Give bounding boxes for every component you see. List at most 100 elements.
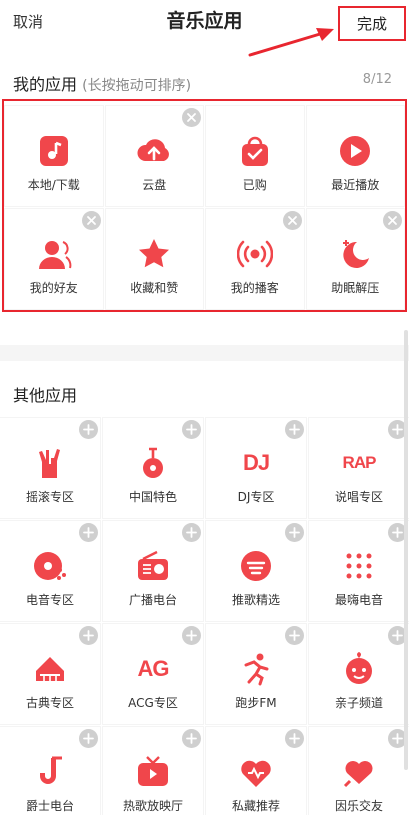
- app-tile[interactable]: 我的播客: [206, 209, 304, 309]
- app-tile[interactable]: 古典专区: [0, 624, 100, 724]
- app-tile[interactable]: 助眠解压: [306, 209, 404, 309]
- sleep-moon-icon: [343, 240, 370, 268]
- app-tile-icon-wrap: [341, 754, 377, 790]
- remove-badge[interactable]: [81, 211, 101, 230]
- app-tile[interactable]: 亲子频道: [309, 624, 409, 724]
- add-badge[interactable]: [285, 523, 304, 542]
- app-tile[interactable]: RAP 说唱专区: [309, 418, 409, 518]
- app-tile-label: 跑步FM: [235, 696, 277, 710]
- my-apps-grid: 本地/下载 云盘 已购 最近播放 我的好友 收藏和赞 我的播客 助眠解压: [0, 104, 409, 311]
- scrollbar[interactable]: [404, 330, 408, 770]
- app-tile-icon-wrap: [32, 754, 68, 790]
- app-tile-label: 私藏推荐: [231, 799, 280, 813]
- add-badge[interactable]: [182, 729, 201, 748]
- app-tile-icon-wrap: [337, 133, 373, 169]
- app-tile-label: 推歌精选: [231, 593, 280, 607]
- add-badge[interactable]: [79, 523, 98, 542]
- app-tile[interactable]: 云盘: [105, 106, 203, 206]
- app-tile-icon-wrap: [238, 548, 274, 584]
- app-tile-label: 亲子频道: [334, 696, 383, 710]
- done-button[interactable]: 完成: [338, 6, 406, 41]
- piano-icon: [36, 657, 64, 681]
- other-apps-title: 其他应用: [13, 386, 78, 405]
- recent-play-icon: [340, 136, 371, 166]
- app-tile-icon-wrap: [238, 754, 274, 790]
- app-tile[interactable]: 电音专区: [0, 521, 100, 621]
- app-tile[interactable]: 最嗨电音: [309, 521, 409, 621]
- app-tile[interactable]: 摇滚专区: [0, 418, 100, 518]
- remove-icon: [86, 216, 96, 225]
- electronic-disc-icon: [34, 552, 66, 580]
- app-tile[interactable]: 我的好友: [5, 209, 103, 309]
- remove-badge[interactable]: [282, 211, 302, 230]
- app-tile[interactable]: 推歌精选: [206, 521, 306, 621]
- add-icon: [186, 733, 197, 744]
- app-tile-icon-wrap: [32, 445, 68, 481]
- app-tile-icon-wrap: [236, 236, 273, 272]
- app-tile-label: 收藏和赞: [130, 281, 179, 295]
- recommend-icon: [241, 551, 271, 581]
- add-badge[interactable]: [79, 626, 98, 645]
- remove-icon: [388, 216, 397, 225]
- add-icon: [186, 424, 197, 435]
- add-badge[interactable]: [182, 420, 201, 439]
- app-tile[interactable]: 收藏和赞: [105, 209, 203, 309]
- app-tile-icon-wrap: [36, 236, 72, 272]
- remove-icon: [287, 216, 297, 225]
- add-icon: [289, 527, 300, 538]
- remove-badge[interactable]: [182, 108, 201, 127]
- app-tile[interactable]: 最近播放: [306, 106, 404, 206]
- app-tile-icon-wrap: [135, 754, 171, 790]
- dj-icon: DJ: [242, 450, 270, 475]
- my-apps-hint: (长按拖动可排序): [82, 78, 192, 94]
- app-tile[interactable]: 因乐交友: [309, 727, 409, 815]
- app-tile-label: 古典专区: [25, 696, 74, 710]
- app-tile[interactable]: AG ACG专区: [103, 624, 203, 724]
- app-tile[interactable]: 本地/下载: [5, 106, 103, 206]
- add-badge[interactable]: [79, 729, 98, 748]
- my-apps-title: 我的应用: [13, 75, 78, 94]
- app-tile-icon-wrap: [341, 651, 377, 687]
- heart-wave-icon: [241, 760, 271, 787]
- chinese-instrument-icon: [143, 447, 163, 478]
- kid-face-icon: [346, 652, 372, 684]
- app-tile-icon-wrap: DJ: [238, 445, 274, 481]
- red-arrow-annotation: [248, 28, 334, 57]
- other-apps-grid: 摇滚专区 中国特色 DJ DJ专区 RAP 说唱专区 电音专区 广播电台 推歌精…: [0, 418, 409, 815]
- app-tile[interactable]: 爵士电台: [0, 727, 100, 815]
- app-tile[interactable]: 广播电台: [103, 521, 203, 621]
- add-badge[interactable]: [182, 523, 201, 542]
- app-tile[interactable]: DJ DJ专区: [206, 418, 306, 518]
- app-tile-label: 最近播放: [331, 178, 380, 192]
- add-icon: [83, 733, 94, 744]
- add-badge[interactable]: [285, 729, 304, 748]
- local-download-icon: [39, 136, 68, 166]
- app-tile-icon-wrap: [135, 445, 171, 481]
- app-tile-label: 热歌放映厅: [122, 799, 183, 813]
- app-tile-label: DJ专区: [237, 490, 275, 504]
- app-tile[interactable]: 私藏推荐: [206, 727, 306, 815]
- app-tile-label: 说唱专区: [334, 490, 383, 504]
- dots-icon: [346, 553, 372, 579]
- app-tile-label: 爵士电台: [25, 799, 74, 813]
- remove-badge[interactable]: [383, 211, 402, 230]
- app-tile[interactable]: 中国特色: [103, 418, 203, 518]
- app-tile-label: 因乐交友: [334, 799, 383, 813]
- add-badge[interactable]: [285, 626, 304, 645]
- cancel-button[interactable]: 取消: [13, 11, 43, 32]
- saxophone-icon: [40, 756, 62, 784]
- app-tile-label: 中国特色: [128, 490, 177, 504]
- radio-icon: [138, 550, 168, 580]
- done-label: 完成: [356, 15, 387, 33]
- add-badge[interactable]: [79, 420, 98, 439]
- app-tile[interactable]: 热歌放映厅: [103, 727, 203, 815]
- add-badge[interactable]: [285, 420, 304, 439]
- app-tile-icon-wrap: [238, 651, 274, 687]
- heart-chat-icon: [343, 761, 373, 788]
- add-icon: [83, 527, 94, 538]
- app-tile-label: 本地/下载: [27, 178, 80, 192]
- add-badge[interactable]: [182, 626, 201, 645]
- app-tile[interactable]: 已购: [206, 106, 304, 206]
- app-count: 8/12: [362, 72, 392, 87]
- app-tile[interactable]: 跑步FM: [206, 624, 306, 724]
